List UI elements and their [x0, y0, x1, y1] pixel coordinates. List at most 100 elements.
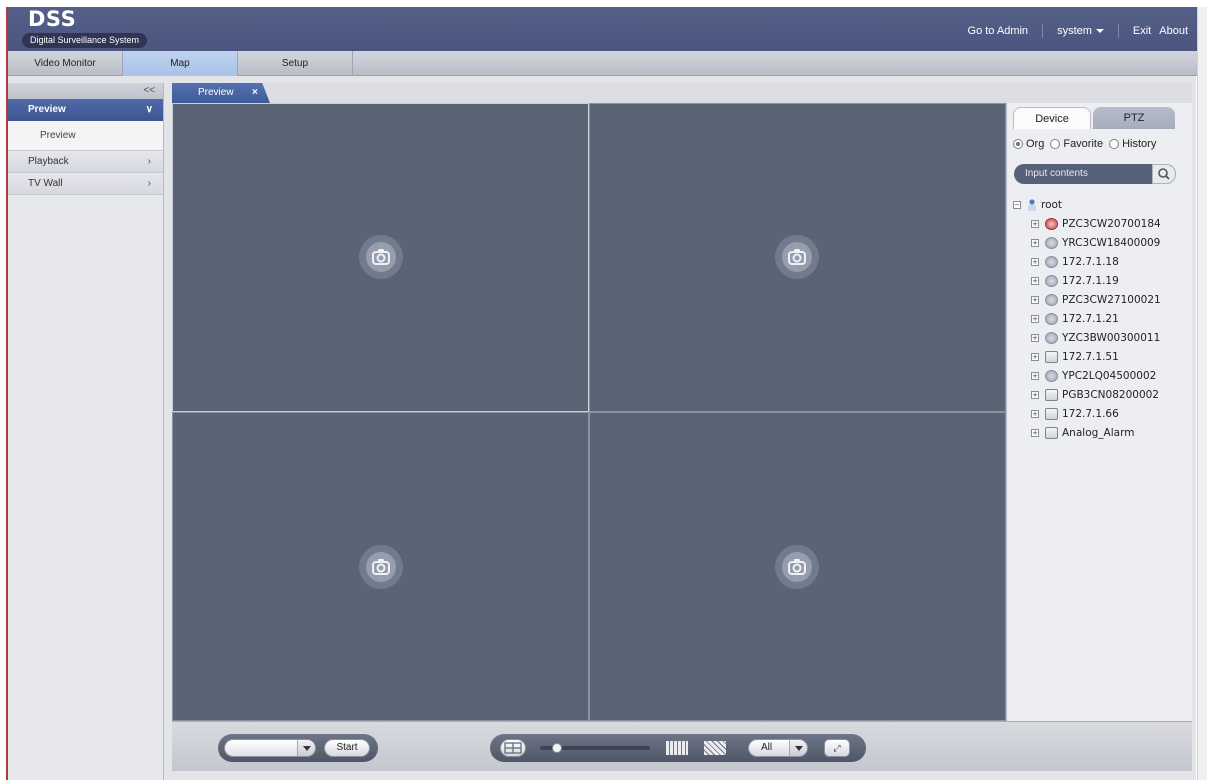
bottom-toolbar: Start All ⤢: [172, 721, 1192, 771]
camera-placeholder-icon: [359, 545, 403, 589]
sidebar-item-tv-wall[interactable]: TV Wall ›: [8, 173, 163, 195]
device-panel-tabs: Device PTZ: [1013, 107, 1175, 129]
radio-history-label: History: [1122, 138, 1157, 150]
main-nav: Video Monitor Map Setup: [8, 51, 1198, 76]
layout-slider-knob[interactable]: [552, 743, 562, 753]
camera-icon: [1045, 369, 1058, 382]
tab-preview[interactable]: Preview ×: [172, 83, 270, 103]
tab-preview-label: Preview: [198, 87, 234, 98]
expand-icon[interactable]: +: [1031, 409, 1039, 418]
tree-node-label: 172.7.1.51: [1062, 350, 1119, 363]
grid-layout-icon[interactable]: [666, 741, 688, 755]
collapse-sidebar-button[interactable]: <<: [8, 83, 163, 99]
tab-video-monitor[interactable]: Video Monitor: [8, 51, 123, 76]
split-layout-button[interactable]: [500, 739, 526, 757]
sidebar-section-preview[interactable]: Preview ∨: [8, 99, 163, 121]
nvr-icon: [1045, 350, 1058, 363]
go-to-admin-link[interactable]: Go to Admin: [960, 25, 1037, 37]
sidebar-section-label: Preview: [28, 104, 66, 115]
chevron-down-icon: [1095, 29, 1104, 34]
tree-node-device[interactable]: +172.7.1.51: [1031, 347, 1161, 366]
about-link[interactable]: About: [1155, 25, 1188, 37]
nvr-icon: [1045, 388, 1058, 401]
tree-node-device[interactable]: + PZC3CW20700184: [1031, 214, 1161, 233]
tree-node-device[interactable]: +172.7.1.21: [1031, 309, 1161, 328]
exit-link[interactable]: Exit: [1125, 25, 1155, 37]
radio-history[interactable]: [1109, 139, 1120, 149]
sidebar-item-preview[interactable]: Preview: [8, 121, 163, 151]
search-placeholder: Input contents: [1025, 168, 1088, 179]
nvr-icon: [1045, 426, 1058, 439]
tree-node-device[interactable]: + PZC3CW27100021: [1031, 290, 1161, 309]
video-window-4[interactable]: [589, 412, 1006, 721]
chevron-down-icon[interactable]: [789, 740, 807, 756]
device-panel: Device PTZ Org Favorite History Input co…: [1006, 103, 1192, 721]
expand-icon[interactable]: +: [1031, 314, 1039, 323]
video-window-1[interactable]: [172, 103, 589, 412]
video-window-3[interactable]: [172, 412, 589, 721]
stream-select-value: All: [761, 742, 773, 753]
tree-node-device[interactable]: +172.7.1.19: [1031, 271, 1161, 290]
tree-children: + PZC3CW20700184 + YRC3CW18400009 +172.7.1.1…: [1013, 214, 1161, 442]
layout-split-icon: [504, 742, 522, 754]
camera-alert-icon: [1045, 217, 1058, 230]
tree-node-label: root: [1041, 198, 1063, 211]
tab-map[interactable]: Map: [123, 51, 238, 76]
tab-ptz[interactable]: PTZ: [1093, 107, 1175, 129]
search-button[interactable]: [1152, 164, 1176, 184]
device-search-input[interactable]: Input contents: [1014, 164, 1176, 184]
stream-select[interactable]: All: [748, 739, 808, 757]
fullscreen-icon: ⤢: [833, 743, 841, 753]
camera-icon: [1045, 274, 1058, 287]
tree-node-device[interactable]: + YRC3CW18400009: [1031, 233, 1161, 252]
expand-icon[interactable]: +: [1031, 257, 1039, 266]
user-icon: [1027, 198, 1037, 211]
custom-layout-icon[interactable]: [704, 741, 726, 755]
chevron-down-icon[interactable]: [297, 740, 315, 756]
expand-icon[interactable]: +: [1031, 390, 1039, 399]
radio-favorite[interactable]: [1050, 139, 1061, 149]
tree-node-device[interactable]: +172.7.1.18: [1031, 252, 1161, 271]
user-menu-label: system: [1057, 25, 1092, 37]
expand-icon[interactable]: +: [1031, 428, 1039, 437]
camera-icon: [1045, 293, 1058, 306]
window-edge: [1197, 7, 1207, 780]
tab-device[interactable]: Device: [1013, 107, 1091, 129]
search-icon: [1158, 168, 1170, 180]
sidebar-item-playback[interactable]: Playback ›: [8, 151, 163, 173]
app-title: DSS: [28, 7, 77, 31]
tab-setup[interactable]: Setup: [238, 51, 353, 76]
video-window-2[interactable]: [589, 103, 1006, 412]
tree-node-label: PZC3CW20700184: [1062, 217, 1161, 230]
user-menu[interactable]: system: [1049, 25, 1112, 37]
collapse-icon[interactable]: −: [1013, 200, 1021, 209]
tree-node-label: 172.7.1.18: [1062, 255, 1119, 268]
tree-node-device[interactable]: + YPC2LQ04500002: [1031, 366, 1161, 385]
header-links: Go to Admin system Exit About: [960, 24, 1188, 38]
tree-node-root[interactable]: − root: [1013, 195, 1161, 214]
expand-icon[interactable]: +: [1031, 276, 1039, 285]
camera-icon: [1045, 312, 1058, 325]
close-icon[interactable]: ×: [252, 83, 258, 103]
expand-icon[interactable]: +: [1031, 238, 1039, 247]
camera-icon: [1045, 331, 1058, 344]
plan-select[interactable]: [224, 739, 316, 757]
layout-controls: All ⤢: [490, 734, 866, 762]
expand-icon[interactable]: +: [1031, 333, 1039, 342]
chevron-right-icon: ›: [147, 178, 151, 189]
sidebar-item-label: Playback: [28, 156, 69, 167]
radio-org[interactable]: [1013, 139, 1023, 149]
expand-icon[interactable]: +: [1031, 295, 1039, 304]
camera-placeholder-icon: [775, 235, 819, 279]
tree-node-label: 172.7.1.19: [1062, 274, 1119, 287]
tree-node-device[interactable]: +172.7.1.66: [1031, 404, 1161, 423]
fullscreen-button[interactable]: ⤢: [824, 739, 850, 757]
expand-icon[interactable]: +: [1031, 352, 1039, 361]
expand-icon[interactable]: +: [1031, 219, 1039, 228]
tree-node-device[interactable]: + YZC3BW00300011: [1031, 328, 1161, 347]
tree-node-device[interactable]: + PGB3CN08200002: [1031, 385, 1161, 404]
tree-node-device[interactable]: + Analog_Alarm: [1031, 423, 1161, 442]
expand-icon[interactable]: +: [1031, 371, 1039, 380]
tree-node-label: YRC3CW18400009: [1062, 236, 1161, 249]
start-button[interactable]: Start: [324, 739, 370, 757]
